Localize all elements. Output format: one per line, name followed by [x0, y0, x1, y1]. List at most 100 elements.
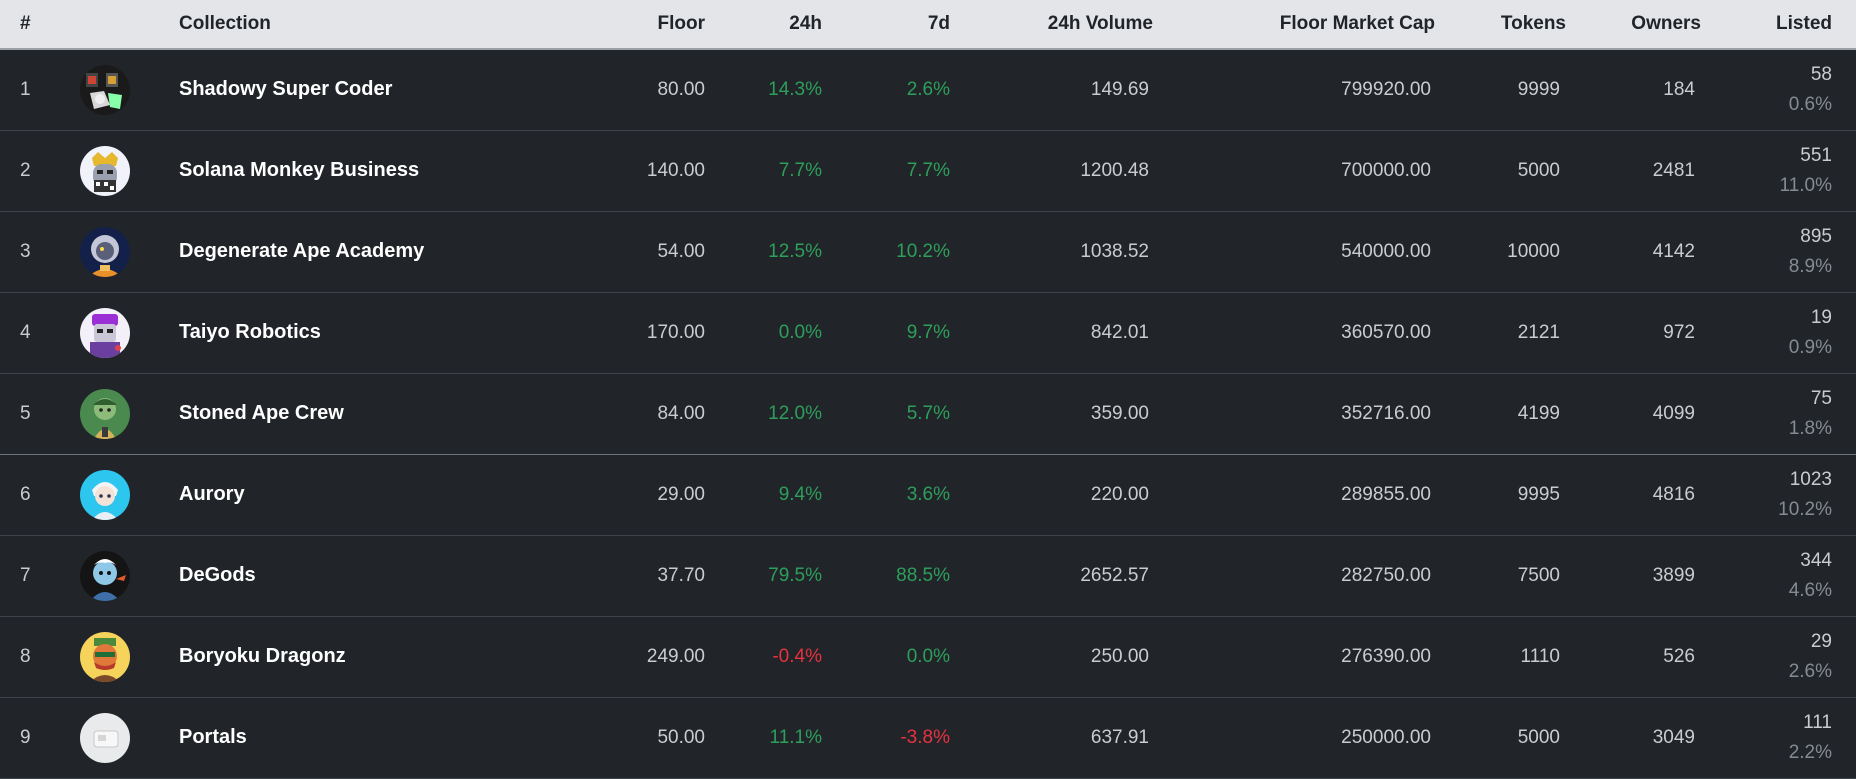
header-rank[interactable]: # [0, 0, 80, 50]
listed-count: 75 [1810, 387, 1832, 409]
floor-market-cap-cell: 250000.00 [1341, 726, 1431, 748]
listed-cell: 1023 10.2% [1701, 454, 1856, 535]
avatar-cell [80, 292, 179, 373]
floor-market-cap-cell: 540000.00 [1341, 240, 1431, 262]
collection-name-link[interactable]: Degenerate Ape Academy [179, 240, 424, 262]
tokens-cell: 7500 [1517, 564, 1560, 586]
floor-market-cap-cell: 700000.00 [1341, 159, 1431, 181]
rank-cell: 9 [20, 726, 31, 748]
table-row-9[interactable]: 9 Portals 50.00 11.1% -3.8% 637.91 25000… [0, 697, 1856, 778]
volume-24h-cell: 359.00 [1090, 402, 1149, 424]
collection-name-link[interactable]: Taiyo Robotics [179, 321, 321, 343]
listed-cell: 75 1.8% [1701, 373, 1856, 454]
boryoku-dragonz-avatar-icon[interactable] [80, 631, 130, 682]
listed-cell: 111 2.2% [1701, 697, 1856, 778]
rank-cell: 4 [20, 321, 31, 343]
floor-cell: 170.00 [646, 321, 705, 343]
owners-cell: 4142 [1652, 240, 1695, 262]
floor-market-cap-cell: 360570.00 [1341, 321, 1431, 343]
table-row-6[interactable]: 6 Aurory 29.00 9.4% 3.6% 220.00 289855.0… [0, 454, 1856, 535]
collection-name-link[interactable]: Boryoku Dragonz [179, 645, 346, 667]
header-tokens[interactable]: Tokens [1435, 0, 1566, 50]
degenerate-ape-academy-avatar-icon[interactable] [80, 226, 130, 277]
collection-name-cell: Aurory [179, 454, 633, 535]
collection-name-link[interactable]: Portals [179, 726, 247, 748]
listed-percent: 11.0% [1779, 174, 1832, 196]
listed-cell: 29 2.6% [1701, 616, 1856, 697]
listed-percent: 0.6% [1788, 93, 1832, 115]
listed-count: 29 [1810, 630, 1832, 652]
listed-percent: 2.6% [1788, 660, 1832, 682]
header-24h[interactable]: 24h [705, 0, 822, 50]
rank-cell: 7 [20, 564, 31, 586]
stoned-ape-crew-avatar-icon[interactable] [80, 388, 130, 439]
aurory-avatar-icon[interactable] [80, 469, 130, 520]
collection-name-link[interactable]: Solana Monkey Business [179, 159, 419, 181]
avatar-cell [80, 616, 179, 697]
owners-cell: 972 [1663, 321, 1695, 343]
listed-count: 58 [1810, 63, 1832, 85]
collection-name-link[interactable]: Stoned Ape Crew [179, 402, 344, 424]
collection-name-cell: Portals [179, 697, 633, 778]
change-7d-cell: 88.5% [896, 564, 950, 586]
avatar-cell [80, 130, 179, 211]
floor-market-cap-cell: 352716.00 [1341, 402, 1431, 424]
avatar-cell [80, 454, 179, 535]
solana-monkey-business-avatar-icon[interactable] [80, 145, 130, 196]
table-row-8[interactable]: 8 Boryoku Dragonz 249.00 -0.4% 0.0% 250.… [0, 616, 1856, 697]
rank-cell: 8 [20, 645, 31, 667]
listed-count: 19 [1810, 306, 1832, 328]
volume-24h-cell: 149.69 [1090, 78, 1149, 100]
table-row-1[interactable]: 1 Shadowy Super Coder 80.00 14.3% 2.6% 1… [0, 49, 1856, 130]
avatar-cell [80, 697, 179, 778]
header-24h-volume[interactable]: 24h Volume [950, 0, 1153, 50]
collection-name-link[interactable]: DeGods [179, 564, 256, 586]
collection-name-cell: Shadowy Super Coder [179, 49, 633, 130]
tokens-cell: 1110 [1520, 645, 1560, 667]
change-24h-cell: 79.5% [768, 564, 822, 586]
header-listed[interactable]: Listed [1701, 0, 1856, 50]
change-7d-cell: 10.2% [896, 240, 950, 262]
table-row-3[interactable]: 3 Degenerate Ape Academy 54.00 12.5% 10.… [0, 211, 1856, 292]
taiyo-robotics-avatar-icon[interactable] [80, 307, 130, 358]
listed-percent: 0.9% [1788, 336, 1832, 358]
collection-name-cell: Stoned Ape Crew [179, 373, 633, 454]
header-floor[interactable]: Floor [633, 0, 705, 50]
volume-24h-cell: 250.00 [1090, 645, 1149, 667]
listed-percent: 2.2% [1788, 741, 1832, 763]
floor-market-cap-cell: 282750.00 [1341, 564, 1431, 586]
rank-cell: 6 [20, 483, 31, 505]
owners-cell: 2481 [1652, 159, 1695, 181]
tokens-cell: 9995 [1517, 483, 1560, 505]
collection-name-cell: Degenerate Ape Academy [179, 211, 633, 292]
tokens-cell: 10000 [1507, 240, 1560, 262]
listed-percent: 1.8% [1788, 417, 1832, 439]
table-row-7[interactable]: 7 DeGods 37.70 79.5% 88.5% 2652.57 28275… [0, 535, 1856, 616]
floor-cell: 84.00 [657, 402, 705, 424]
avatar-cell [80, 373, 179, 454]
listed-percent: 8.9% [1788, 255, 1832, 277]
collection-name-cell: DeGods [179, 535, 633, 616]
change-7d-cell: 7.7% [906, 159, 950, 181]
header-owners[interactable]: Owners [1566, 0, 1701, 50]
header-collection[interactable]: Collection [179, 0, 633, 50]
change-24h-cell: -0.4% [772, 645, 822, 667]
collection-name-link[interactable]: Shadowy Super Coder [179, 78, 392, 100]
change-7d-cell: 2.6% [906, 78, 950, 100]
floor-market-cap-cell: 289855.00 [1341, 483, 1431, 505]
table-row-5[interactable]: 5 Stoned Ape Crew 84.00 12.0% 5.7% 359.0… [0, 373, 1856, 454]
table-row-2[interactable]: 2 Solana Monkey Business 140.00 7.7% 7.7… [0, 130, 1856, 211]
portals-avatar-icon[interactable] [80, 712, 130, 763]
degods-avatar-icon[interactable] [80, 550, 130, 601]
collection-name-cell: Solana Monkey Business [179, 130, 633, 211]
header-image [80, 0, 179, 50]
table-row-4[interactable]: 4 Taiyo Robotics 170.00 0.0% 9.7% 842.01… [0, 292, 1856, 373]
rank-cell: 2 [20, 159, 31, 181]
header-floor-market-cap[interactable]: Floor Market Cap [1153, 0, 1435, 50]
shadowy-super-coder-avatar-icon[interactable] [80, 64, 130, 115]
header-7d[interactable]: 7d [822, 0, 950, 50]
listed-percent: 10.2% [1778, 498, 1832, 520]
change-24h-cell: 7.7% [778, 159, 822, 181]
collection-name-link[interactable]: Aurory [179, 483, 245, 505]
volume-24h-cell: 842.01 [1090, 321, 1149, 343]
